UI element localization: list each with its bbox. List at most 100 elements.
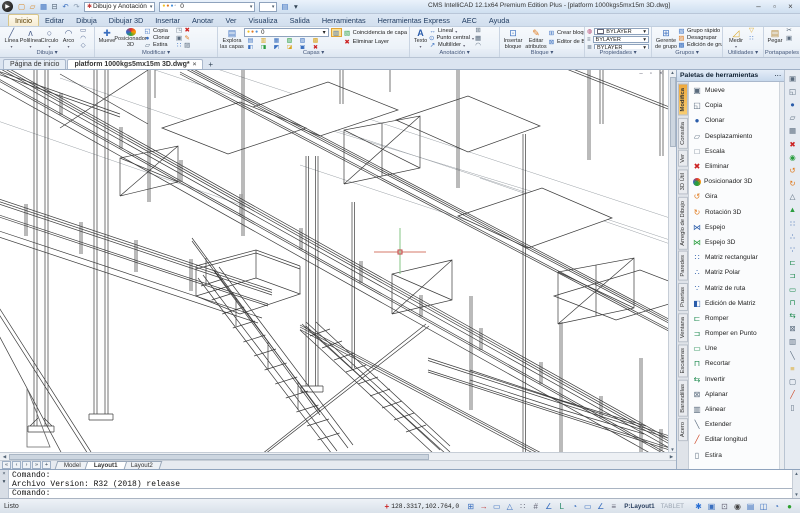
palette-item[interactable]: ⊓ Recortar — [689, 356, 779, 371]
command-scrollbar[interactable]: ▲ ▼ — [792, 470, 800, 498]
maximize-button[interactable]: ▫ — [767, 1, 782, 12]
command-expand-icon[interactable]: ▾ — [3, 479, 6, 485]
palette-item[interactable]: □ Escala — [689, 144, 779, 159]
link-icon[interactable]: ◫ — [757, 500, 770, 512]
rotate-icon[interactable]: ↺ — [787, 164, 799, 176]
overflow-icon[interactable]: ▾ — [290, 1, 301, 12]
mdi-restore-button[interactable]: ▫ — [647, 71, 655, 77]
block-tool-button[interactable]: ⊞ Crear bloque — [548, 30, 585, 37]
new-file-icon[interactable]: ▢ — [16, 1, 27, 12]
3d-positioner-button[interactable]: Posicionador 3D — [117, 28, 144, 48]
measure-button[interactable]: ◿ Medir ▾ — [725, 28, 747, 48]
secondary-combo[interactable]: ▾ — [259, 2, 277, 12]
layer-dropdown[interactable]: ● ● ● 0 ▾ — [244, 28, 329, 37]
ucs-icon[interactable]: L — [555, 500, 568, 512]
palette-tab[interactable]: Barandillas — [678, 380, 688, 417]
ribbon-tab[interactable]: Ver — [220, 15, 243, 26]
palette-tab[interactable]: Ventana — [678, 313, 688, 342]
annotation-tool-button[interactable]: ⊙ Punto central ▾ — [429, 35, 473, 42]
last-layout-button[interactable]: » — [32, 461, 41, 469]
horizontal-scrollbar[interactable]: ◀ ▶ — [0, 452, 676, 460]
drawing-canvas[interactable]: – ▫ × — [0, 70, 676, 452]
palette-item[interactable]: ▱ Desplazamiento — [689, 129, 779, 144]
grid-dots-icon[interactable]: ∷ — [516, 500, 529, 512]
paste-button[interactable]: ▤ Pegar — [766, 28, 784, 48]
scroll-down-icon[interactable]: ▼ — [794, 492, 798, 497]
offset-icon[interactable]: ◳ — [176, 28, 182, 35]
trim-icon[interactable]: ⊓ — [787, 296, 799, 308]
draw-tool-button[interactable]: ╱ Línea ▾ — [2, 28, 21, 48]
add-layout-button[interactable]: + — [42, 461, 51, 469]
layer-state-button[interactable]: ▥ — [331, 28, 342, 37]
palette-item[interactable]: ◧ Edición de Matriz — [689, 296, 779, 311]
group-footer-anotacion[interactable]: Anotación ▾ — [410, 49, 499, 57]
scroll-down-icon[interactable]: ▼ — [670, 447, 674, 452]
doc-tab-drawing[interactable]: platform 1000kgs5mx15m 3D.dwg* × — [67, 59, 203, 69]
mirror-icon[interactable]: △ — [787, 191, 799, 203]
group-footer-propiedades[interactable]: Propiedades ▾ — [585, 49, 651, 57]
reverse-icon[interactable]: ⇆ — [787, 309, 799, 321]
ribbon-tab[interactable]: Editar — [39, 15, 70, 26]
group-footer-capas[interactable]: Capas ▾ — [218, 49, 409, 57]
modify-tool-button[interactable]: ● Clonar — [144, 35, 174, 42]
palette-item[interactable]: ↺ Gira — [689, 189, 779, 204]
draw-tool-button[interactable]: ◠ Arco ▾ — [59, 28, 78, 48]
esnap-icon[interactable]: ∠ — [542, 500, 555, 512]
palette-item[interactable]: ⋈ Espejo 3D — [689, 235, 779, 250]
palette-item[interactable]: ⋈ Espejo — [689, 220, 779, 235]
join-icon[interactable]: ▭ — [787, 283, 799, 295]
palette-tab[interactable]: Modifica — [678, 84, 688, 116]
linetype-control[interactable]: ≡ BYLAYER▾ — [587, 36, 649, 43]
erase-icon[interactable]: ✖ — [184, 28, 190, 35]
window-icon[interactable]: ⊟ — [49, 1, 60, 12]
3d-positioner-icon[interactable]: ◉ — [787, 151, 799, 163]
open-file-icon[interactable]: ▱ — [27, 1, 38, 12]
palette-item[interactable]: ╱ Editar longitud — [689, 432, 779, 447]
palette-item[interactable]: ▯ Estira — [689, 448, 779, 463]
palette-item[interactable]: ▣ Mueve — [689, 83, 779, 98]
rotate-3d-icon[interactable]: ↻ — [787, 178, 799, 190]
selection-icon[interactable]: ▭ — [581, 500, 594, 512]
palette-tab[interactable]: Ver — [678, 150, 688, 167]
sketch-icon[interactable]: ≡ — [787, 362, 799, 374]
align-icon[interactable]: ▥ — [787, 336, 799, 348]
command-close-icon[interactable]: × — [2, 471, 5, 477]
mdi-close-button[interactable]: × — [657, 71, 665, 77]
palette-header[interactable]: Paletas de herramientas ⋯ — [677, 70, 784, 82]
redo-icon[interactable]: ↷ — [71, 1, 82, 12]
filter-icon[interactable]: ▽ — [749, 28, 754, 35]
palette-item[interactable]: ⊐ Romper en Punto — [689, 326, 779, 341]
ribbon-tab[interactable]: AEC — [456, 15, 483, 26]
draw-tool-button[interactable]: ʌ Polilínea ▾ — [21, 28, 40, 48]
doc-tab-home[interactable]: Página de inicio — [3, 59, 66, 69]
layers-icon[interactable]: ▤ — [744, 500, 757, 512]
ribbon-tab[interactable]: Dibujar 3D — [103, 15, 149, 26]
scroll-thumb[interactable] — [9, 454, 429, 460]
close-button[interactable]: × — [783, 1, 798, 12]
scroll-up-icon[interactable]: ▲ — [670, 70, 674, 75]
ribbon-tab[interactable]: Ayuda — [483, 15, 516, 26]
layout-tab[interactable]: Layout1 — [85, 461, 127, 469]
palette-item[interactable]: ⊏ Romper — [689, 311, 779, 326]
group-manager-button[interactable]: ⊞ Gerente de grupo — [654, 28, 678, 48]
group-tool-button[interactable]: ▧ Grupo rápido — [678, 28, 723, 35]
group-footer-utilidades[interactable]: Utilidades ▾ — [723, 49, 763, 57]
palette-tab[interactable]: Acero — [678, 418, 688, 441]
close-icon[interactable]: × — [193, 61, 197, 68]
palette-item[interactable]: ▭ Une — [689, 341, 779, 356]
monitor-icon[interactable]: ▣ — [705, 500, 718, 512]
vertical-scrollbar[interactable]: ▲ ▼ — [668, 70, 676, 452]
palette-tab[interactable]: Puertas — [678, 283, 688, 311]
palette-item[interactable]: ↻ Rotación 3D — [689, 205, 779, 220]
tablet-mode-label[interactable]: TABLET — [661, 503, 684, 510]
array-polar-icon[interactable]: ∴ — [787, 230, 799, 242]
color-control[interactable]: ◍ BYLAYER▾ — [587, 28, 649, 35]
group-footer-portapapeles[interactable]: Portapapeles — [764, 49, 800, 57]
viewport-icon[interactable]: ⊡ — [718, 500, 731, 512]
command-input[interactable]: Comando: — [9, 488, 792, 498]
scroll-left-icon[interactable]: ◀ — [0, 454, 9, 460]
snap-icon[interactable]: ⊞ — [464, 500, 477, 512]
ortho-icon[interactable]: → — [477, 500, 490, 512]
rectangle-icon[interactable]: ▭ — [80, 28, 86, 35]
minimize-button[interactable]: – — [751, 1, 766, 12]
